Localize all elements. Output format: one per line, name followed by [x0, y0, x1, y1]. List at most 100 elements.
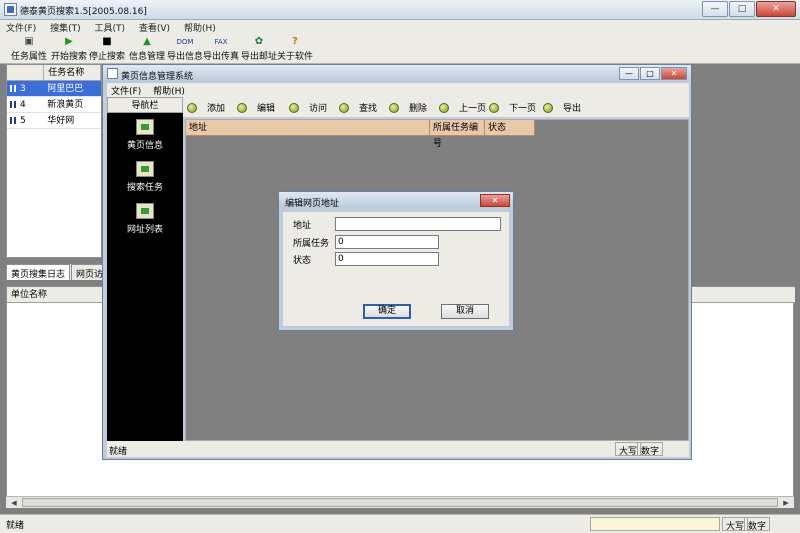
- menu-tools[interactable]: 工具(T): [88, 20, 130, 34]
- window-title-bar: 德泰黄页搜索1.5[2005.08.16] — □ ✕: [0, 0, 800, 20]
- inner-close-button[interactable]: ✕: [661, 67, 687, 80]
- status-text: 就绪: [6, 521, 25, 531]
- export-button[interactable]: 导出: [543, 101, 581, 114]
- about-button[interactable]: ? 关于软件: [276, 34, 314, 64]
- app-icon: [4, 3, 17, 16]
- scroll-right-icon[interactable]: ▶: [780, 498, 792, 508]
- task-id: 5: [20, 116, 26, 126]
- export-email-label: 导出邮址: [240, 52, 277, 62]
- nav-item-label: 黄页信息: [126, 141, 163, 151]
- inner-menu-help[interactable]: 帮助(H): [149, 83, 190, 97]
- export-icon: [543, 103, 553, 113]
- scroll-thumb[interactable]: [22, 498, 778, 507]
- next-page-button[interactable]: 下一页: [489, 101, 536, 114]
- inner-status-text: 就绪: [109, 447, 128, 457]
- email-icon: ✿: [254, 36, 264, 47]
- add-button[interactable]: 添加: [187, 101, 225, 114]
- export-info-button[interactable]: DOM 导出信息: [166, 34, 204, 64]
- col-state[interactable]: 状态: [485, 120, 535, 136]
- help-icon: ?: [292, 36, 298, 47]
- cancel-button[interactable]: 取消: [441, 304, 489, 319]
- export-fax-button[interactable]: FAX 导出传真: [202, 34, 240, 64]
- info-manage-button[interactable]: ▲ 信息管理: [128, 34, 166, 64]
- maximize-button[interactable]: □: [729, 1, 755, 17]
- col-task-number[interactable]: 所属任务编号: [430, 120, 485, 149]
- close-button[interactable]: ✕: [756, 1, 796, 17]
- task-row[interactable]: 3 阿里巴巴: [7, 81, 101, 97]
- grid-header: 地址 所属任务编号 状态: [186, 120, 535, 149]
- about-label: 关于软件: [276, 52, 313, 62]
- task-list-header: 任务名称: [7, 65, 101, 81]
- tab-collect-log[interactable]: 黄页搜集日志: [6, 264, 71, 280]
- nav-panel: 导航栏 黄页信息 搜索任务 网址列表: [107, 97, 183, 441]
- export-email-button[interactable]: ✿ 导出邮址: [240, 34, 278, 64]
- state-label: 状态: [293, 256, 312, 266]
- export-label: 导出: [563, 104, 582, 114]
- inner-maximize-button[interactable]: □: [640, 67, 660, 80]
- inner-minimize-button[interactable]: —: [619, 67, 639, 80]
- dom-icon: DOM: [176, 38, 194, 46]
- start-search-button[interactable]: ▶ 开始搜索: [50, 34, 88, 64]
- task-name: 阿里巴巴: [47, 84, 84, 94]
- pause-icon: [10, 101, 16, 108]
- address-input[interactable]: [335, 217, 501, 231]
- dialog-body: 地址 所属任务 状态 确定 取消: [283, 212, 509, 326]
- visit-label: 访问: [309, 104, 328, 114]
- properties-icon: ▣: [24, 36, 34, 47]
- address-label: 地址: [293, 221, 312, 231]
- task-row[interactable]: 5 华好网: [7, 113, 101, 129]
- fax-icon: FAX: [214, 38, 228, 46]
- task-name: 新浪黄页: [47, 100, 84, 110]
- find-button[interactable]: 查找: [339, 101, 377, 114]
- nav-item-url-list[interactable]: 网址列表: [107, 203, 183, 235]
- prev-page-label: 上一页: [459, 104, 487, 114]
- nav-item-search-task[interactable]: 搜索任务: [107, 161, 183, 193]
- inner-title-bar: 黄页信息管理系统 — □ ✕: [103, 65, 691, 83]
- ok-button[interactable]: 确定: [363, 304, 411, 319]
- task-input[interactable]: [335, 235, 439, 249]
- edit-button[interactable]: 编辑: [237, 101, 275, 114]
- col-id[interactable]: [7, 65, 45, 80]
- start-search-label: 开始搜索: [50, 52, 87, 62]
- horizontal-scrollbar[interactable]: ◀ ▶: [6, 496, 794, 508]
- inner-status-bar: 就绪 大写 数字: [107, 441, 689, 457]
- pause-icon: [10, 117, 16, 124]
- menu-bar: 文件(F) 搜集(T) 工具(T) 查看(V) 帮助(H): [0, 20, 800, 34]
- task-properties-button[interactable]: ▣ 任务属性: [10, 34, 48, 64]
- menu-search[interactable]: 搜集(T): [44, 20, 86, 34]
- search-task-icon: [136, 161, 154, 177]
- url-list-icon: [136, 203, 154, 219]
- dialog-close-button[interactable]: ✕: [480, 194, 510, 207]
- stop-search-label: 停止搜索: [88, 52, 125, 62]
- task-id: 3: [20, 84, 26, 94]
- scroll-left-icon[interactable]: ◀: [8, 498, 20, 508]
- edit-icon: [237, 103, 247, 113]
- task-name: 华好网: [47, 116, 75, 126]
- menu-view[interactable]: 查看(V): [133, 20, 175, 34]
- minimize-button[interactable]: —: [702, 1, 728, 17]
- num-indicator: 数字: [744, 517, 771, 532]
- state-input[interactable]: [335, 252, 439, 266]
- stop-icon: ■: [102, 36, 112, 47]
- main-toolbar: ▣ 任务属性 ▶ 开始搜索 ■ 停止搜索 ▲ 信息管理 DOM 导出信息 FAX…: [0, 34, 800, 64]
- window-title: 德泰黄页搜索1.5[2005.08.16]: [20, 7, 147, 17]
- info-manage-icon: ▲: [143, 36, 151, 47]
- menu-help[interactable]: 帮助(H): [178, 20, 221, 34]
- delete-icon: [389, 103, 399, 113]
- stop-search-button[interactable]: ■ 停止搜索: [88, 34, 126, 64]
- task-list: 任务名称 3 阿里巴巴 4 新浪黄页 5 华好网: [6, 64, 102, 258]
- visit-icon: [289, 103, 299, 113]
- visit-button[interactable]: 访问: [289, 101, 327, 114]
- task-properties-label: 任务属性: [10, 52, 47, 62]
- task-row[interactable]: 4 新浪黄页: [7, 97, 101, 113]
- inner-menu-file[interactable]: 文件(F): [107, 83, 146, 97]
- edit-label: 编辑: [257, 104, 276, 114]
- menu-file[interactable]: 文件(F): [0, 20, 41, 34]
- col-task-name[interactable]: 任务名称: [44, 65, 101, 80]
- col-address[interactable]: 地址: [186, 120, 430, 136]
- inner-app-icon: [107, 68, 118, 79]
- delete-button[interactable]: 删除: [389, 101, 427, 114]
- nav-item-label: 网址列表: [126, 225, 163, 235]
- nav-item-yellow-pages[interactable]: 黄页信息: [107, 119, 183, 151]
- prev-page-button[interactable]: 上一页: [439, 101, 486, 114]
